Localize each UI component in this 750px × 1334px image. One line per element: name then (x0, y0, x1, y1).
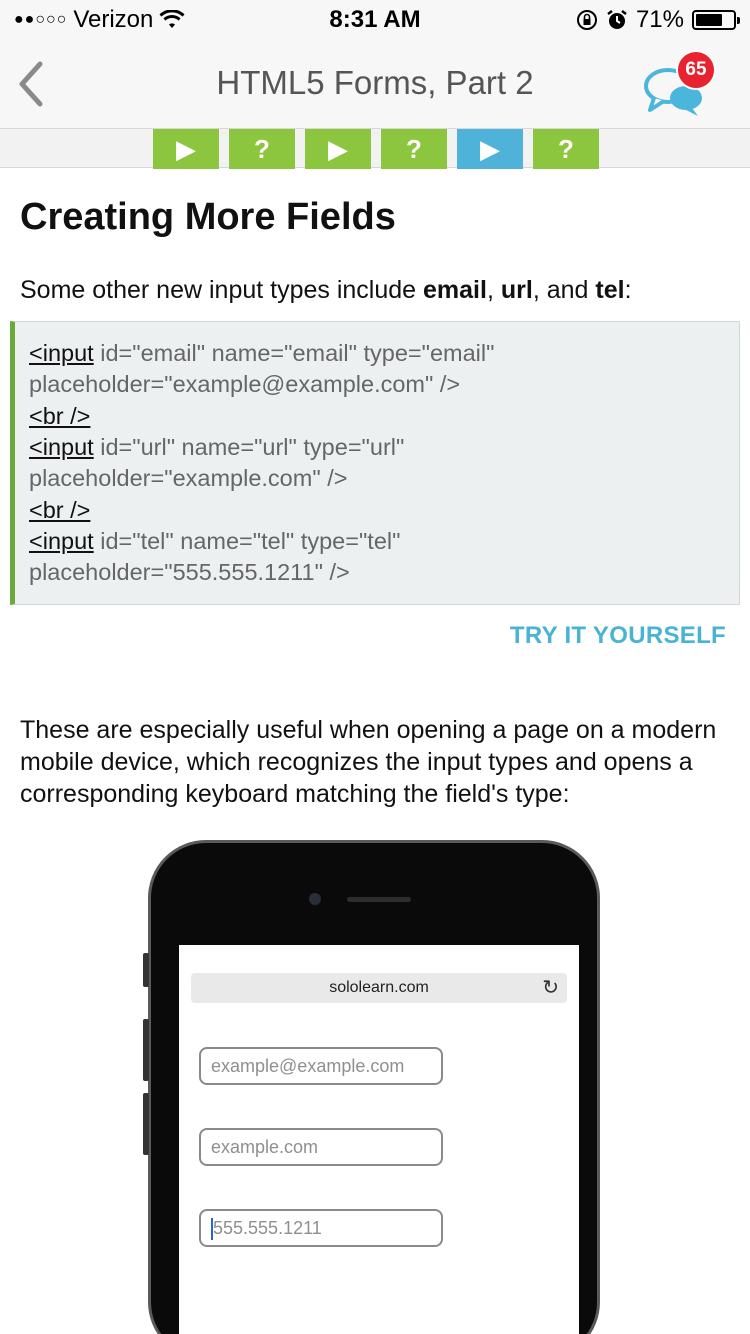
code-line: <br /> (29, 497, 90, 524)
code-example: <input id="email" name="email" type="ema… (10, 321, 740, 605)
paragraph-line: corresponding keyboard matching the fiel… (20, 780, 570, 808)
paragraph-line: mobile device, which recognizes the inpu… (20, 748, 693, 776)
progress-step-play[interactable]: ▶ (305, 129, 371, 169)
nav-bar: HTML5 Forms, Part 2 65 (0, 40, 750, 128)
phone-volume-up (143, 1019, 149, 1081)
lesson-progress: ▶? ▶? ▶? (0, 128, 750, 169)
phone-volume-down (143, 1093, 149, 1155)
progress-step-play[interactable]: ▶ (153, 129, 219, 169)
code-tag-link[interactable]: <input (29, 340, 94, 366)
lesson-paragraph: These are especially useful when opening… (20, 714, 730, 810)
term-url: url (500, 276, 533, 304)
code-line: <input id="url" name="url" type="url" (29, 434, 404, 461)
code-line: <br /> (29, 403, 90, 430)
intro-sep: , and (532, 276, 596, 304)
mock-tel-placeholder: 555.555.1211 (213, 1218, 322, 1238)
term-email: email (423, 276, 487, 304)
battery-percent: 71% (635, 6, 684, 33)
paragraph-line: These are especially useful when opening… (20, 716, 717, 744)
code-line: <input id="tel" name="tel" type="tel" (29, 528, 400, 555)
code-attrs: id="email" name="email" type="email" (93, 340, 495, 366)
try-it-yourself-button[interactable]: TRY IT YOURSELF (510, 622, 726, 650)
battery-fill (696, 14, 722, 26)
notification-badge: 65 (676, 50, 716, 90)
code-tag-link[interactable]: <input (29, 434, 94, 460)
code-line: placeholder="555.555.1211" /> (29, 559, 350, 585)
comments-button[interactable]: 65 (640, 50, 720, 120)
code-line: placeholder="example@example.com" /> (29, 371, 461, 397)
code-line: <input id="email" name="email" type="ema… (29, 340, 494, 367)
status-right: 71% (576, 6, 740, 34)
intro-sep: , (486, 276, 501, 304)
lesson-heading: Creating More Fields (20, 196, 396, 238)
progress-step-quiz[interactable]: ? (229, 129, 295, 169)
progress-step-quiz[interactable]: ? (533, 129, 599, 169)
battery-icon (692, 10, 740, 30)
phone-illustration: sololearn.com ↻ example@example.com exam… (143, 840, 600, 1334)
browser-url-bar: sololearn.com ↻ (191, 973, 567, 1003)
phone-mute-switch (143, 953, 149, 987)
alarm-icon (607, 10, 627, 29)
status-bar: ●●○○○ Verizon 8:31 AM 71% (0, 0, 750, 40)
browser-url: sololearn.com (329, 979, 429, 996)
intro-suffix: : (624, 276, 632, 304)
code-attrs: id="tel" name="tel" type="tel" (93, 528, 401, 554)
code-tag-link[interactable]: <input (29, 528, 94, 554)
lesson-intro: Some other new input types include email… (20, 276, 632, 305)
progress-step-play-current[interactable]: ▶ (457, 129, 523, 169)
progress-step-quiz[interactable]: ? (381, 129, 447, 169)
orientation-lock-icon (576, 10, 597, 30)
phone-speaker (347, 897, 411, 902)
intro-prefix: Some other new input types include (20, 276, 424, 304)
mock-email-field: example@example.com (199, 1047, 443, 1085)
code-tag-link[interactable]: <br /> (29, 497, 90, 523)
code-tag-link[interactable]: <br /> (29, 403, 90, 429)
reload-icon: ↻ (542, 977, 559, 999)
phone-camera (309, 893, 321, 905)
code-line: placeholder="example.com" /> (29, 465, 348, 491)
code-attrs: id="url" name="url" type="url" (93, 434, 405, 460)
mock-url-field: example.com (199, 1128, 443, 1166)
page-title: HTML5 Forms, Part 2 (216, 64, 534, 101)
term-tel: tel (595, 276, 625, 304)
phone-screen: sololearn.com ↻ example@example.com exam… (179, 945, 579, 1334)
mock-tel-field: 555.555.1211 (199, 1209, 443, 1247)
